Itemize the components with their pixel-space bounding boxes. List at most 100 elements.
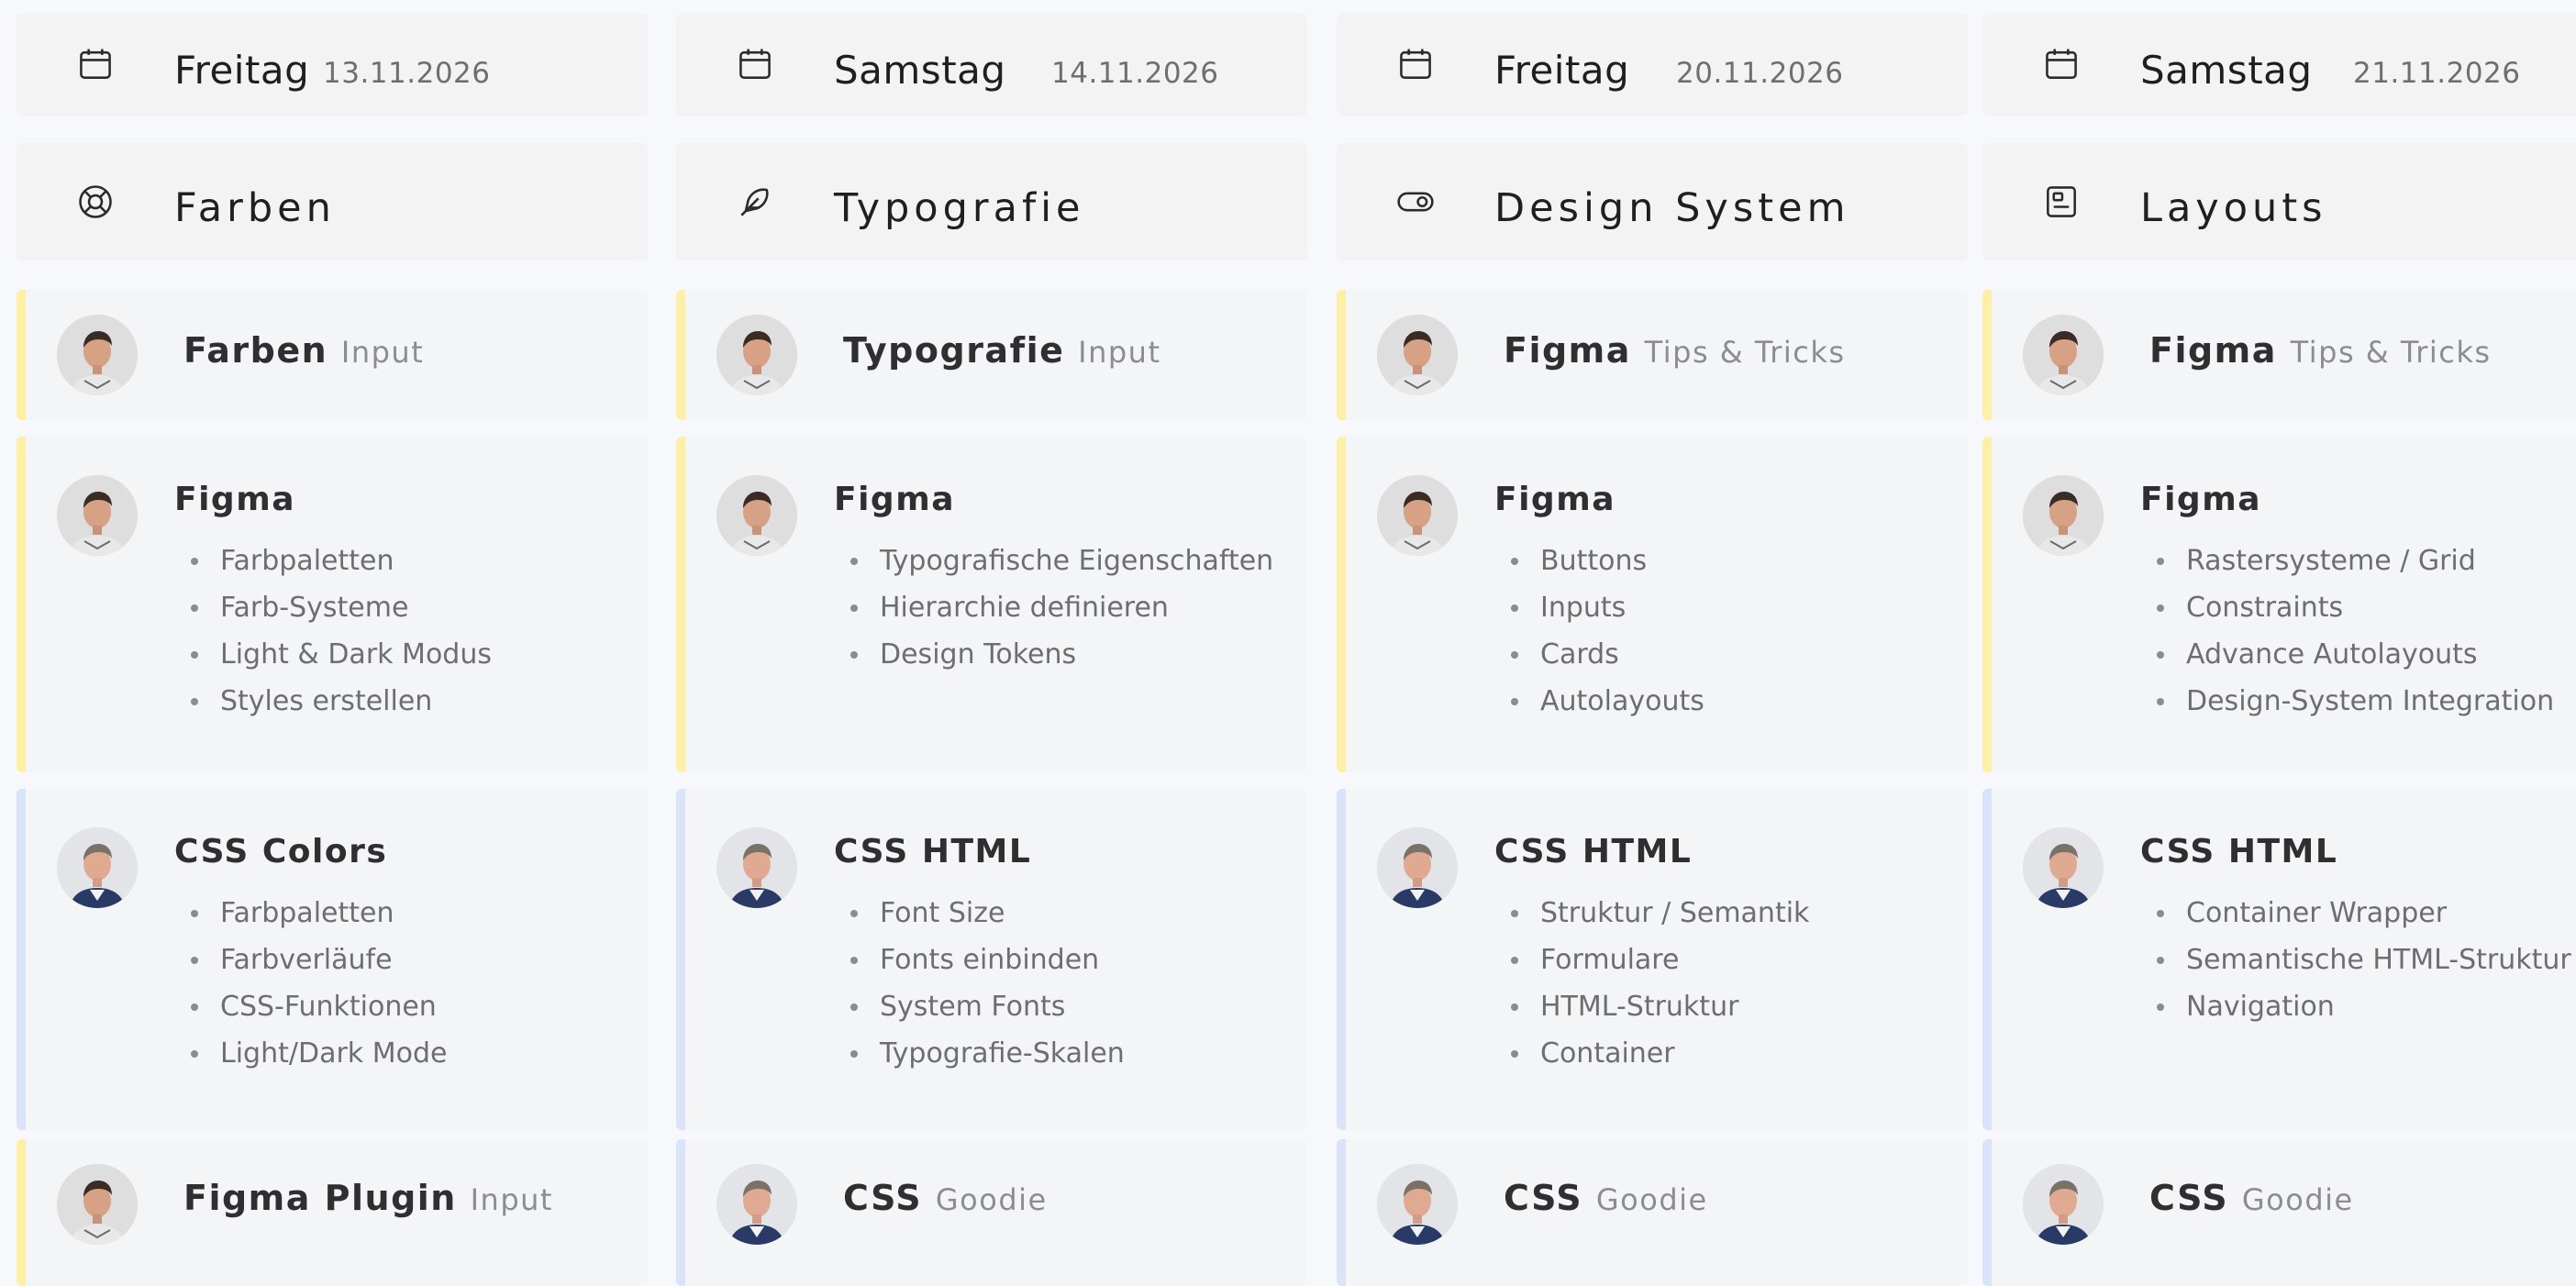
topic-list-item: Light/Dark Mode: [191, 1030, 640, 1077]
topic-list-item: Navigation: [2157, 983, 2576, 1030]
topic-list-item: Typografische Eigenschaften: [850, 538, 1300, 584]
accent-bar: [1337, 437, 1346, 772]
session-title-main: CSS: [2149, 1178, 2229, 1218]
day-header: Samstag 14.11.2026: [676, 13, 1307, 116]
speaker-avatar: [57, 475, 138, 556]
session-type: Goodie: [2241, 1182, 2354, 1217]
session-title: CSS Goodie: [843, 1178, 1048, 1218]
accent-bar: [1982, 789, 1992, 1130]
topic-list-item: Struktur / Semantik: [1511, 890, 1960, 937]
session-type: Input: [340, 335, 425, 370]
topic-list-item: Inputs: [1511, 584, 1960, 631]
session-type: Tips & Tricks: [1644, 335, 1846, 370]
session-title-main: CSS: [1504, 1178, 1583, 1218]
calendar-icon: [75, 44, 116, 84]
topic-list-item: Farbpaletten: [191, 890, 640, 937]
session-title: Farben Input: [183, 330, 424, 371]
topic-name: Layouts: [2140, 185, 2327, 231]
session-card[interactable]: CSS Colors Farbpaletten Farbverläufe CSS-Fu…: [17, 789, 648, 1130]
layout-icon: [2041, 182, 2082, 222]
session-type: Input: [1078, 335, 1161, 370]
session-title-main: Figma: [2149, 330, 2277, 371]
topic-list: Farbpaletten Farbverläufe CSS-Funktionen Li…: [191, 890, 640, 1077]
accent-bar: [1337, 789, 1346, 1130]
session-title: CSS Colors: [174, 833, 388, 870]
day-date: 14.11.2026: [1051, 57, 1219, 90]
topic-list: Container Wrapper Semantische HTML-Strukt…: [2157, 890, 2576, 1030]
session-card[interactable]: CSS HTML Struktur / Semantik Formulare HTML…: [1337, 789, 1968, 1130]
accent-bar: [1982, 1139, 1992, 1286]
speaker-avatar: [57, 1164, 138, 1245]
session-title: Figma: [834, 481, 956, 518]
session-title: CSS Goodie: [2149, 1178, 2354, 1218]
topic-list: Rastersysteme / Grid Constraints Advance A…: [2157, 538, 2576, 725]
speaker-avatar: [716, 475, 797, 556]
session-card[interactable]: Figma Tips & Tricks: [1982, 290, 2576, 420]
topic-list-item: Typografie-Skalen: [850, 1030, 1300, 1077]
topic-name: Design System: [1494, 185, 1850, 231]
session-card[interactable]: CSS HTML Font Size Fonts einbinden System F…: [676, 789, 1307, 1130]
session-card[interactable]: Typografie Input: [676, 290, 1307, 420]
session-title: CSS HTML: [2140, 833, 2338, 870]
topic-list-item: Autolayouts: [1511, 678, 1960, 725]
accent-bar: [676, 1139, 685, 1286]
session-title: Figma: [174, 481, 296, 518]
topic-list-item: Cards: [1511, 631, 1960, 678]
speaker-avatar: [716, 1164, 797, 1245]
topic-list-item: Styles erstellen: [191, 678, 640, 725]
session-card[interactable]: CSS Goodie: [1337, 1139, 1968, 1286]
session-card[interactable]: Figma Tips & Tricks: [1337, 290, 1968, 420]
speaker-avatar: [1377, 315, 1458, 395]
session-type: Goodie: [1595, 1182, 1708, 1217]
topic-list: Buttons Inputs Cards Autolayouts: [1511, 538, 1960, 725]
session-card[interactable]: CSS Goodie: [676, 1139, 1307, 1286]
session-card[interactable]: CSS HTML Container Wrapper Semantische HTM…: [1982, 789, 2576, 1130]
session-title-main: Typografie: [843, 330, 1065, 371]
day-name: Samstag: [834, 48, 1006, 93]
speaker-avatar: [1377, 1164, 1458, 1245]
topic-list-item: Light & Dark Modus: [191, 631, 640, 678]
accent-bar: [17, 789, 26, 1130]
session-type: Tips & Tricks: [2290, 335, 2492, 370]
topic-list: Struktur / Semantik Formulare HTML-Struktu…: [1511, 890, 1960, 1077]
topic-list-item: Farbpaletten: [191, 538, 640, 584]
session-title: Figma: [1494, 481, 1616, 518]
topic-list-item: Farb-Systeme: [191, 584, 640, 631]
topic-list-item: Advance Autolayouts: [2157, 631, 2576, 678]
speaker-avatar: [1377, 827, 1458, 908]
session-title: Figma Plugin Input: [183, 1178, 553, 1218]
session-card[interactable]: Figma Farbpaletten Farb-Systeme Light & Dar…: [17, 437, 648, 772]
day-date: 20.11.2026: [1676, 57, 1844, 90]
session-title: Figma: [2140, 481, 2262, 518]
topic-list-item: Fonts einbinden: [850, 937, 1300, 983]
toggle-icon: [1395, 182, 1436, 222]
speaker-avatar: [1377, 475, 1458, 556]
session-card[interactable]: Figma Rastersysteme / Grid Constraints Adva…: [1982, 437, 2576, 772]
session-title-main: Farben: [183, 330, 328, 371]
calendar-icon: [1395, 44, 1436, 84]
speaker-avatar: [716, 827, 797, 908]
topic-name: Farben: [174, 185, 336, 231]
speaker-avatar: [2023, 475, 2104, 556]
topic-list-item: System Fonts: [850, 983, 1300, 1030]
session-type: Input: [470, 1182, 553, 1217]
session-card[interactable]: Figma Typografische Eigenschaften Hierarch…: [676, 437, 1307, 772]
topic-list-item: Formulare: [1511, 937, 1960, 983]
accent-bar: [1337, 290, 1346, 420]
accent-bar: [676, 290, 685, 420]
topic-list: Farbpaletten Farb-Systeme Light & Dark Mod…: [191, 538, 640, 725]
topic-list-item: CSS-Funktionen: [191, 983, 640, 1030]
topic-list-item: HTML-Struktur: [1511, 983, 1960, 1030]
session-card[interactable]: Farben Input: [17, 290, 648, 420]
topic-name: Typografie: [834, 185, 1085, 231]
session-card[interactable]: Figma Plugin Input: [17, 1139, 648, 1286]
day-name: Freitag: [174, 48, 310, 93]
topic-header: Farben: [17, 143, 648, 261]
speaker-avatar: [2023, 315, 2104, 395]
topic-list-item: Constraints: [2157, 584, 2576, 631]
session-card[interactable]: Figma Buttons Inputs Cards Autolayouts: [1337, 437, 1968, 772]
session-card[interactable]: CSS Goodie: [1982, 1139, 2576, 1286]
topic-list-item: Buttons: [1511, 538, 1960, 584]
session-title: Figma Tips & Tricks: [1504, 330, 1846, 371]
day-date: 21.11.2026: [2353, 57, 2521, 90]
